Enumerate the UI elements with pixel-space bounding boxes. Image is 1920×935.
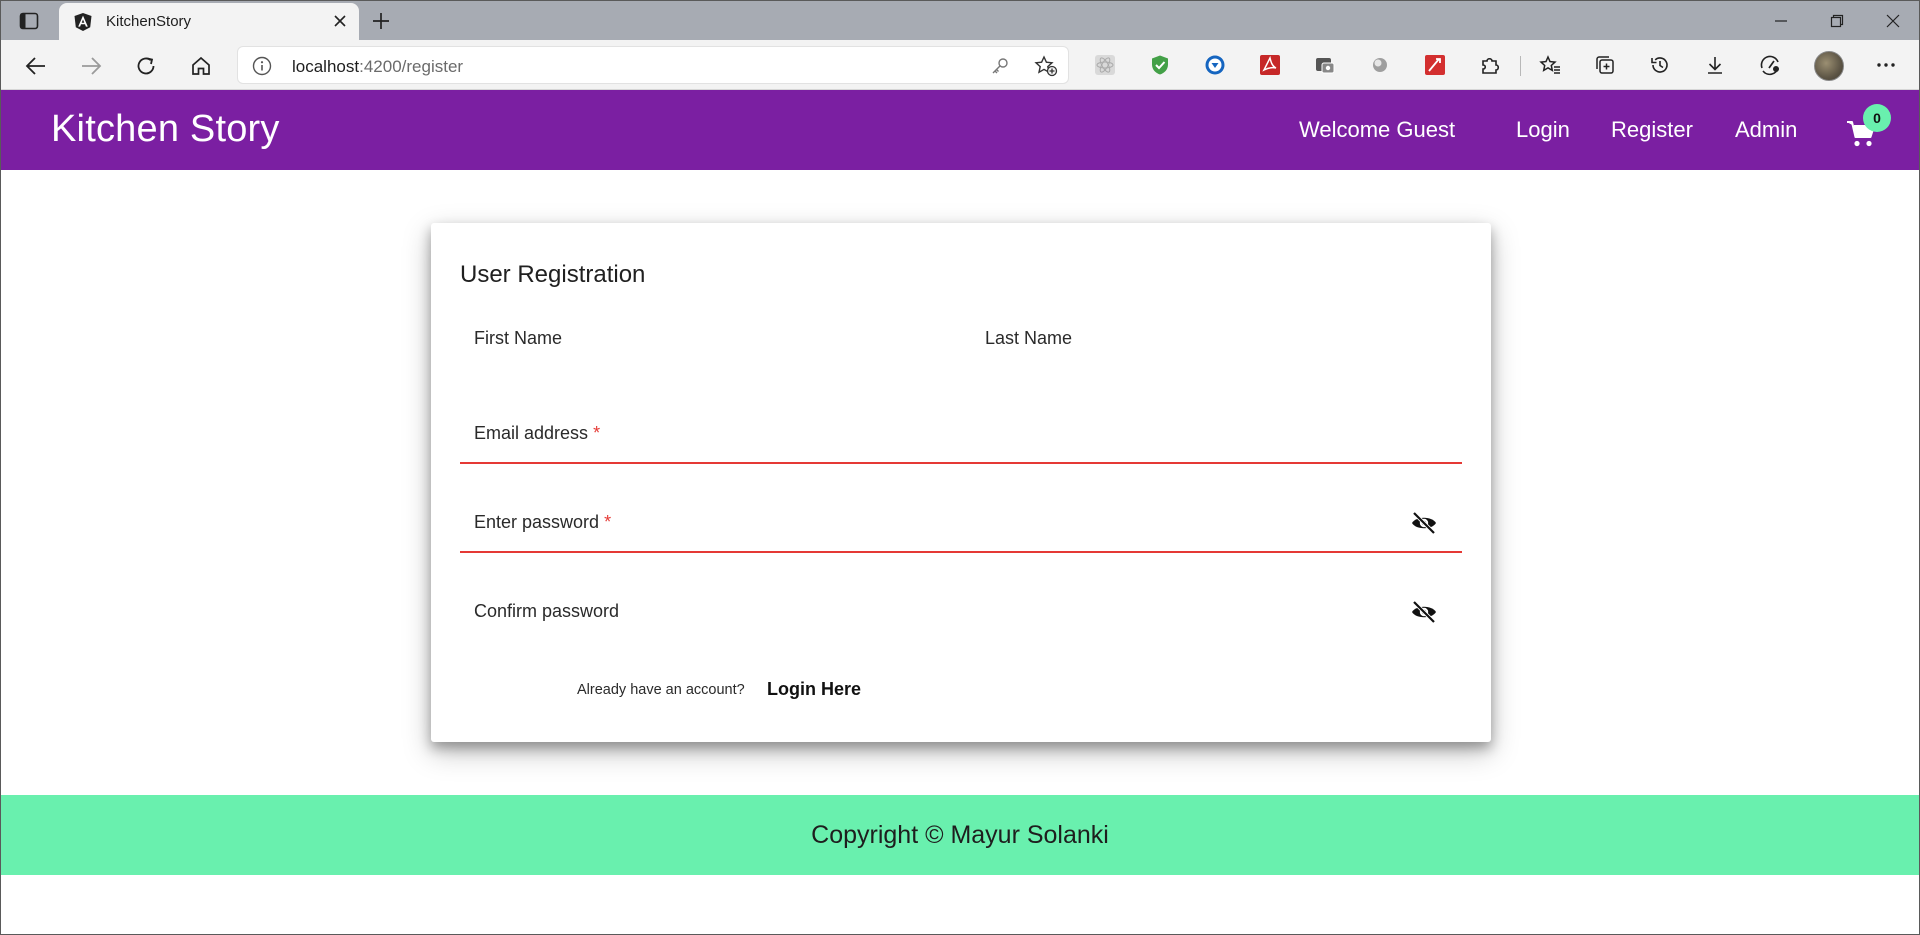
toolbar-separator [1520,56,1521,76]
pdf-icon[interactable] [1257,52,1283,78]
forward-arrow-icon[interactable] [75,50,107,82]
performance-icon[interactable] [1757,52,1783,78]
email-label-text: Email address [474,423,589,443]
star-plus-icon[interactable] [1034,55,1058,77]
brand-title[interactable]: Kitchen Story [51,108,280,151]
browser-toolbar: localhost:4200/register [1,40,1919,90]
email-field[interactable]: Email address * [460,397,1462,465]
email-underline [460,462,1462,464]
restore-icon[interactable] [1809,1,1865,40]
angular-icon [73,12,93,32]
download-icon[interactable] [1702,52,1728,78]
nav-register-link[interactable]: Register [1611,117,1693,143]
shield-icon[interactable] [1147,52,1173,78]
account-prompt: Already have an account? [577,682,745,698]
history-icon[interactable] [1647,52,1673,78]
tab-title: KitchenStory [106,13,192,30]
circle-icon[interactable] [1367,52,1393,78]
browser-tab[interactable]: KitchenStory [59,3,359,40]
visibility-off-icon[interactable] [1410,510,1438,536]
last-name-label: Last Name [985,328,1073,348]
password-field[interactable]: Enter password * [460,486,1462,554]
confirm-password-field[interactable]: Confirm password [460,575,1462,643]
password-label-text: Enter password [474,512,600,532]
collections-icon[interactable] [1592,52,1618,78]
email-label: Email address * [474,423,600,444]
confirm-password-label: Confirm password [474,601,620,621]
url-host: localhost [292,57,360,76]
password-label: Enter password * [474,512,611,533]
puzzle-icon[interactable] [1477,52,1503,78]
visibility-off-icon[interactable] [1410,599,1438,625]
key-icon[interactable] [990,56,1010,76]
welcome-text: Welcome Guest [1299,117,1456,142]
site-footer: Copyright © Mayur Solanki [1,795,1919,875]
required-marker: * [593,423,601,443]
nav-admin-link[interactable]: Admin [1735,117,1797,143]
copyright-text: Copyright © Mayur Solanki [811,821,1109,849]
browser-window: KitchenStory localhost:4200/register Kit… [0,0,1920,935]
capture-icon[interactable] [1312,52,1338,78]
home-icon[interactable] [185,50,217,82]
password-underline [460,551,1462,553]
nav-login-link[interactable]: Login [1516,117,1570,143]
last-name-field[interactable]: Last Name [971,319,1461,379]
first-name-field[interactable]: First Name [460,319,940,379]
url-path: :4200/register [359,57,464,76]
plus-icon[interactable] [367,8,395,34]
refresh-icon[interactable] [130,50,162,82]
info-icon[interactable] [252,56,272,76]
cart-count-badge: 0 [1863,104,1891,132]
favorites-icon[interactable] [1537,52,1563,78]
close-icon[interactable] [329,10,351,32]
first-name-label: First Name [474,328,563,348]
react-devtools-icon[interactable] [1092,52,1118,78]
tab-actions-icon[interactable] [15,9,43,33]
registration-card: User Registration First Name Last Name E… [431,223,1491,742]
required-marker: * [604,512,612,532]
profile-avatar[interactable] [1814,51,1844,81]
download-helper-icon[interactable] [1202,52,1228,78]
app-header: Kitchen Story Welcome Guest Login Regist… [1,90,1919,170]
url-text: localhost:4200/register [292,57,463,77]
close-window-icon[interactable] [1865,1,1919,40]
form-title: User Registration [460,261,646,288]
ink-icon[interactable] [1422,52,1448,78]
address-bar[interactable]: localhost:4200/register [237,46,1069,84]
login-here-link[interactable]: Login Here [767,679,861,700]
tab-strip: KitchenStory [1,1,1919,40]
minimize-icon[interactable] [1753,1,1809,40]
more-icon[interactable] [1873,52,1899,78]
window-controls [1753,1,1919,40]
back-arrow-icon[interactable] [20,50,52,82]
